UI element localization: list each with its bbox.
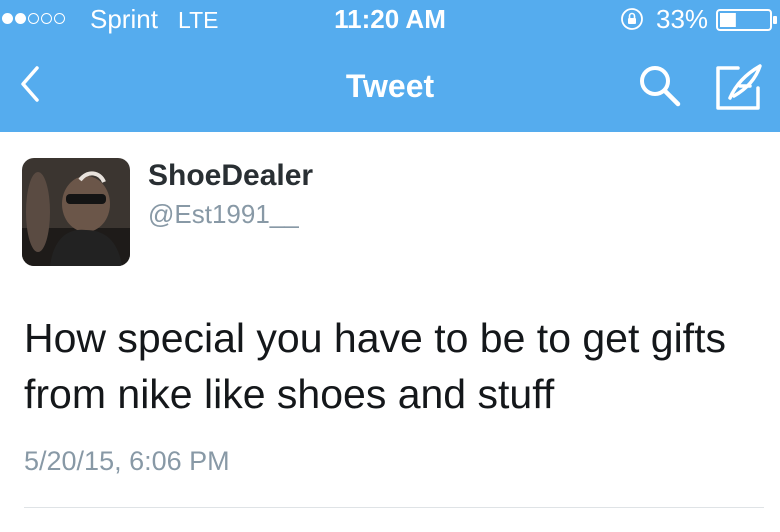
battery-icon xyxy=(716,9,777,31)
display-name[interactable]: ShoeDealer xyxy=(148,158,313,194)
battery-percent: 33% xyxy=(656,4,709,34)
username[interactable]: @Est1991__ xyxy=(148,198,299,230)
compose-tweet-icon[interactable] xyxy=(708,58,768,118)
top-bar: Sprint LTE 11:20 AM 33% Tweet xyxy=(0,0,780,132)
avatar[interactable] xyxy=(22,158,130,266)
tweet-text: How special you have to be to get gifts … xyxy=(24,315,726,417)
status-bar: Sprint LTE 11:20 AM 33% xyxy=(0,0,780,40)
tweet-timestamp: 5/20/15, 6:06 PM xyxy=(24,446,230,476)
navigation-bar: Tweet xyxy=(0,40,780,132)
divider xyxy=(24,507,764,508)
search-icon[interactable] xyxy=(636,62,684,110)
orientation-lock-icon xyxy=(621,8,643,30)
tweet-detail: ShoeDealer @Est1991__ How special you ha… xyxy=(0,132,780,532)
